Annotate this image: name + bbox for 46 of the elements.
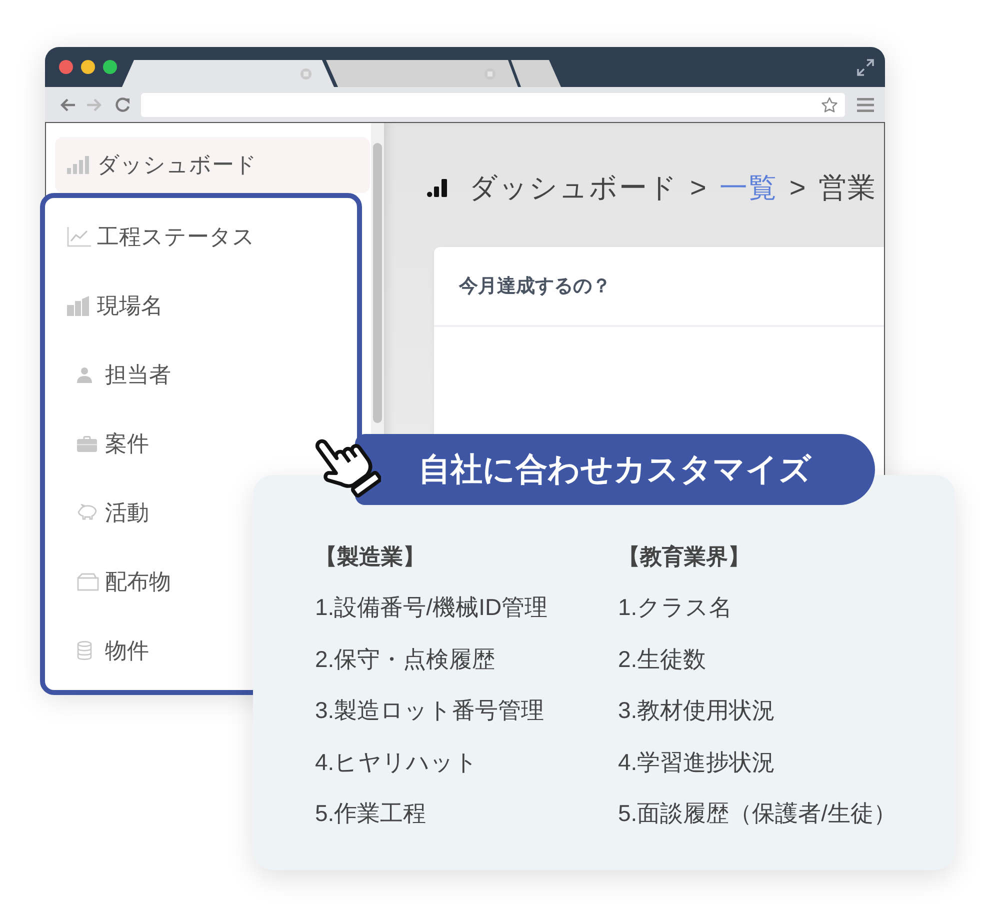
list-item: 1.クラス名 <box>618 593 734 622</box>
sidebar-item[interactable]: 現場名 <box>67 271 163 340</box>
column-heading: 【教育業界】 <box>618 543 751 571</box>
sidebar-item[interactable]: ダッシュボード <box>55 137 370 193</box>
list-item: 4.学習進捗状況 <box>618 748 776 776</box>
sidebar-item[interactable]: 案件 <box>67 409 149 478</box>
bar-chart-icon <box>427 179 447 197</box>
folder-icon <box>77 572 99 590</box>
person-icon <box>77 366 92 382</box>
browser-tab[interactable] <box>326 60 518 87</box>
list-item: 5.作業工程 <box>315 799 428 828</box>
column-heading: 【製造業】 <box>315 543 426 571</box>
menu-icon[interactable] <box>857 98 874 112</box>
building-icon <box>67 296 89 316</box>
list-item: 5.面談履歴（保護者/生徒） <box>618 799 898 828</box>
breadcrumb-separator: > <box>789 172 807 204</box>
piggy-bank-icon <box>77 504 97 521</box>
scrollbar-thumb[interactable] <box>373 143 382 423</box>
list-item: 1.設備番号/機械ID管理 <box>315 593 549 622</box>
reload-icon[interactable] <box>115 96 131 112</box>
new-tab-button[interactable] <box>511 60 561 87</box>
expand-icon[interactable] <box>857 58 874 76</box>
banner: 自社に合わせカスタマイズ <box>355 434 875 505</box>
list-item: 4.ヒヤリハット <box>315 748 480 776</box>
breadcrumb-item: 営業 <box>818 171 877 205</box>
breadcrumb-separator: > <box>690 172 708 204</box>
list-item: 3.教材使用状況 <box>618 696 776 725</box>
window-zoom-icon[interactable] <box>103 60 117 74</box>
star-icon[interactable] <box>821 96 838 112</box>
window-close-icon[interactable] <box>59 60 73 74</box>
bar-chart-icon <box>67 156 89 174</box>
breadcrumb-item: ダッシュボード <box>469 171 678 205</box>
database-icon <box>77 641 92 660</box>
back-arrow-icon[interactable] <box>60 98 76 112</box>
briefcase-icon <box>77 436 97 452</box>
sidebar-item[interactable]: 活動 <box>67 478 149 547</box>
line-chart-icon <box>67 226 91 246</box>
list-item: 2.保守・点検履歴 <box>315 644 496 674</box>
list-item: 3.製造ロット番号管理 <box>315 696 546 725</box>
sidebar-item[interactable]: 配布物 <box>67 547 171 616</box>
list-item: 2.生徒数 <box>618 644 708 674</box>
card-title: 今月達成するの？ <box>459 275 611 299</box>
sidebar-item[interactable]: 物件 <box>67 616 149 685</box>
sidebar-item[interactable]: 担当者 <box>67 340 171 409</box>
window-minimize-icon[interactable] <box>81 60 95 74</box>
sidebar-item[interactable]: 工程ステータス <box>67 202 255 271</box>
